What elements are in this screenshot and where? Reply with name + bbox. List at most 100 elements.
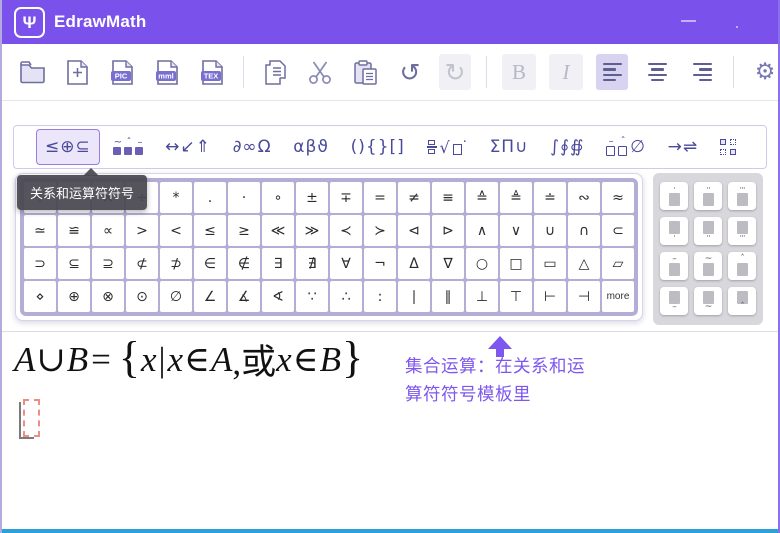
symbol-cell[interactable]: ± — [296, 182, 328, 213]
symbol-cell[interactable]: ▱ — [602, 248, 634, 279]
symbol-cell[interactable]: ∨ — [500, 215, 532, 246]
symbol-cell[interactable]: ∢ — [262, 281, 294, 312]
accent-template-cell[interactable]: ˆ — [728, 252, 756, 280]
symbol-cell[interactable]: ∵ — [296, 281, 328, 312]
symbol-cell[interactable]: ≫ — [296, 215, 328, 246]
accent-template-cell[interactable]: ··· — [728, 182, 756, 210]
symbol-cell[interactable]: < — [160, 215, 192, 246]
align-center-button[interactable] — [641, 54, 673, 90]
symbol-cell[interactable]: ⋄ — [24, 281, 56, 312]
accent-template-cell[interactable]: ·· — [694, 182, 722, 210]
symbol-cell[interactable]: ∡ — [228, 281, 260, 312]
bold-button[interactable]: B — [502, 54, 536, 90]
symbol-cell[interactable]: ⊄ — [126, 248, 158, 279]
category-brackets[interactable]: (){}[] — [343, 130, 413, 164]
symbol-cell[interactable]: ∀ — [330, 248, 362, 279]
new-file-button[interactable] — [61, 54, 93, 90]
symbol-cell[interactable]: : — [364, 281, 396, 312]
symbol-cell[interactable]: Δ — [398, 248, 430, 279]
category-greek-letters[interactable]: αβϑ — [285, 130, 337, 164]
category-fraction-root-templates[interactable]: √· — [419, 130, 476, 164]
symbol-cell[interactable]: ⊥ — [466, 281, 498, 312]
symbol-cell[interactable]: ∘ — [262, 182, 294, 213]
symbol-cell[interactable]: = — [364, 182, 396, 213]
symbol-cell[interactable]: ≙ — [466, 182, 498, 213]
minimize-button[interactable] — [681, 20, 696, 22]
accent-template-cell[interactable]: – — [660, 287, 688, 315]
symbol-cell[interactable]: ⊢ — [534, 281, 566, 312]
symbol-cell[interactable]: ∈ — [194, 248, 226, 279]
category-matrix-templates[interactable] — [712, 130, 744, 164]
symbol-cell[interactable]: ∣ — [398, 281, 430, 312]
symbol-cell[interactable]: · — [228, 182, 260, 213]
export-latex-button[interactable]: TEX — [196, 54, 228, 90]
symbol-cell[interactable]: △ — [568, 248, 600, 279]
symbol-cell[interactable]: . — [194, 182, 226, 213]
redo-button[interactable]: ↻ — [439, 54, 471, 90]
accent-template-cell[interactable]: ~ — [694, 287, 722, 315]
symbol-cell[interactable]: ○ — [466, 248, 498, 279]
empty-slot-placeholder[interactable] — [23, 399, 40, 437]
symbol-cell[interactable]: ⊇ — [92, 248, 124, 279]
symbol-cell[interactable]: ≻ — [364, 215, 396, 246]
open-file-button[interactable] — [16, 54, 48, 90]
accent-template-cell[interactable]: ~ — [694, 252, 722, 280]
undo-button[interactable]: ↺ — [394, 54, 426, 90]
category-accents[interactable]: ~ˆ– — [105, 130, 151, 164]
category-relations-operators[interactable]: ≤⊕⊆ — [36, 129, 100, 165]
symbol-cell[interactable]: ⊂ — [602, 215, 634, 246]
align-right-button[interactable] — [686, 54, 718, 90]
symbol-cell[interactable]: ⊤ — [500, 281, 532, 312]
symbol-cell[interactable]: ≤ — [194, 215, 226, 246]
symbol-more-button[interactable]: more — [602, 281, 634, 312]
copy-button[interactable] — [259, 54, 291, 90]
category-arrow-templates[interactable]: →⇌ — [660, 130, 707, 164]
symbol-cell[interactable]: ⊲ — [398, 215, 430, 246]
symbol-cell[interactable]: ▭ — [534, 248, 566, 279]
italic-button[interactable]: I — [549, 54, 583, 90]
symbol-cell[interactable]: ⊅ — [160, 248, 192, 279]
symbol-cell[interactable]: ⊣ — [568, 281, 600, 312]
symbol-cell[interactable]: ∥ — [432, 281, 464, 312]
accent-template-cell[interactable]: · — [660, 182, 688, 210]
symbol-cell[interactable]: ⊗ — [92, 281, 124, 312]
symbol-cell[interactable]: ≌ — [58, 215, 90, 246]
symbol-cell[interactable]: ≥ — [228, 215, 260, 246]
accent-template-cell[interactable]: – — [660, 252, 688, 280]
symbol-cell[interactable]: ∧ — [466, 215, 498, 246]
symbol-cell[interactable]: ∉ — [228, 248, 260, 279]
category-arrows[interactable]: ↔↙⇑ — [157, 130, 219, 164]
symbol-cell[interactable]: □ — [500, 248, 532, 279]
accent-template-cell[interactable]: ··· — [728, 217, 756, 245]
export-mathml-button[interactable]: mml — [151, 54, 183, 90]
symbol-cell[interactable]: ∝ — [92, 215, 124, 246]
symbol-cell[interactable]: ∴ — [330, 281, 362, 312]
symbol-cell[interactable]: ∩ — [568, 215, 600, 246]
accent-template-cell[interactable]: · — [660, 217, 688, 245]
symbol-cell[interactable]: * — [160, 182, 192, 213]
symbol-cell[interactable]: ∪ — [534, 215, 566, 246]
symbol-cell[interactable]: ∅ — [160, 281, 192, 312]
symbol-cell[interactable]: ¬ — [364, 248, 396, 279]
symbol-cell[interactable]: ≡ — [432, 182, 464, 213]
category-integrals[interactable]: ∫∮∯ — [542, 130, 592, 164]
symbol-cell[interactable]: > — [126, 215, 158, 246]
symbol-cell[interactable]: ≠ — [398, 182, 430, 213]
symbol-cell[interactable]: ∠ — [194, 281, 226, 312]
symbol-cell[interactable]: ≪ — [262, 215, 294, 246]
export-image-button[interactable]: PIC — [106, 54, 138, 90]
symbol-cell[interactable]: ⊆ — [58, 248, 90, 279]
cut-button[interactable] — [304, 54, 336, 90]
symbol-cell[interactable]: ∄ — [296, 248, 328, 279]
symbol-cell[interactable]: ∾ — [568, 182, 600, 213]
symbol-cell[interactable]: ⊕ — [58, 281, 90, 312]
symbol-cell[interactable]: ∇ — [432, 248, 464, 279]
symbol-cell[interactable]: ⊃ — [24, 248, 56, 279]
settings-button[interactable]: ⚙ — [749, 54, 780, 90]
symbol-cell[interactable]: ∓ — [330, 182, 362, 213]
symbol-cell[interactable]: ∃ — [262, 248, 294, 279]
symbol-cell[interactable]: ≐ — [534, 182, 566, 213]
paste-button[interactable] — [349, 54, 381, 90]
symbol-cell[interactable]: ≺ — [330, 215, 362, 246]
symbol-cell[interactable]: ⊳ — [432, 215, 464, 246]
